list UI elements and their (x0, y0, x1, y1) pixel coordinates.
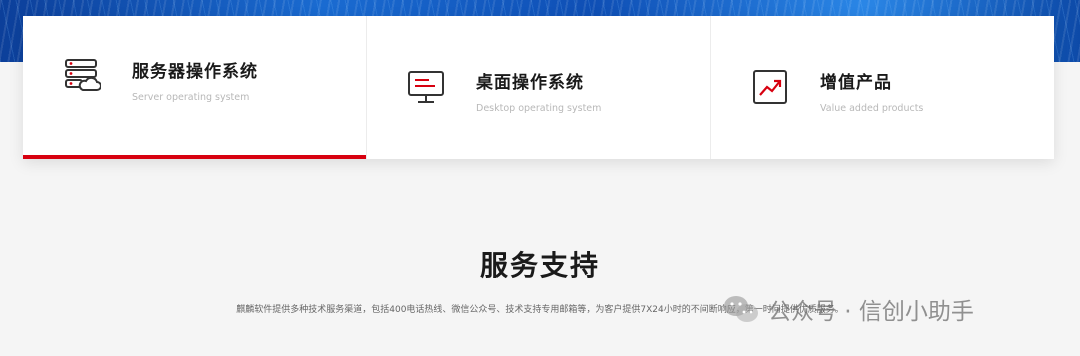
tab-title: 服务器操作系统 (132, 62, 258, 82)
tab-subtitle: Server operating system (132, 92, 250, 103)
tab-value-added[interactable]: 增值产品 Value added products (711, 16, 1054, 159)
tab-subtitle: Desktop operating system (476, 103, 602, 114)
tab-subtitle: Value added products (820, 103, 924, 114)
tab-server-os[interactable]: 服务器操作系统 Server operating system (23, 16, 367, 159)
watermark-text: 公众号 · 信创小助手 (768, 299, 974, 325)
chart-trend-icon (753, 70, 787, 104)
monitor-icon (408, 71, 444, 103)
tab-title: 桌面操作系统 (476, 73, 584, 93)
product-tabs: 服务器操作系统 Server operating system 桌面操作系统 D… (23, 16, 1054, 159)
tab-desktop-os[interactable]: 桌面操作系统 Desktop operating system (367, 16, 711, 159)
section-title: 服务支持 (479, 249, 600, 282)
tab-title: 增值产品 (820, 73, 892, 93)
watermark: 公众号 · 信创小助手 (722, 292, 974, 326)
wechat-icon (724, 296, 758, 322)
server-cloud-icon (65, 59, 101, 91)
